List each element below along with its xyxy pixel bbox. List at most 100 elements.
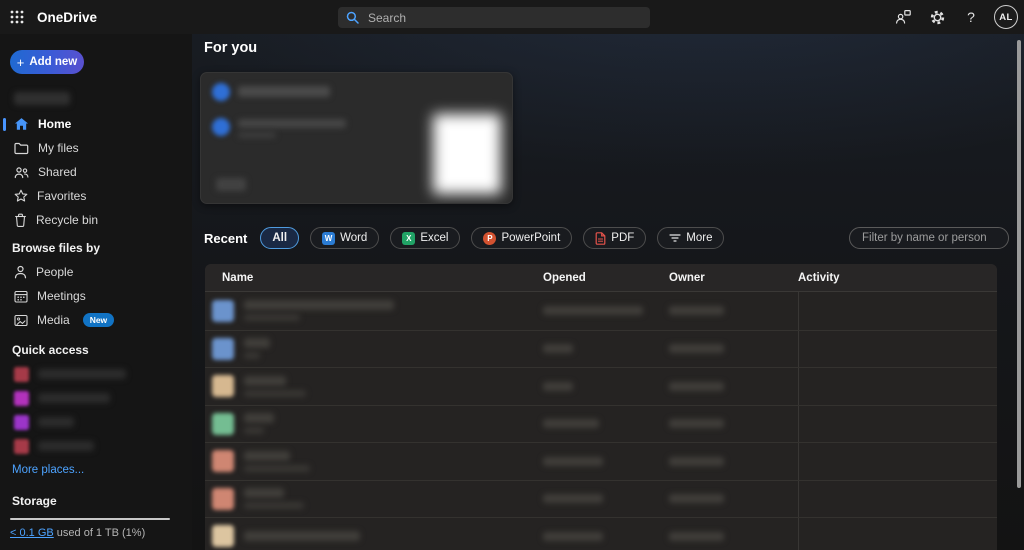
activity-cell [798, 481, 997, 518]
sidebar-item-media[interactable]: Media New [0, 308, 192, 332]
storage-progress-bar [10, 518, 170, 520]
filter-pill-more[interactable]: More [657, 227, 724, 249]
redacted-text [38, 441, 94, 451]
redacted-subtitle [238, 119, 346, 128]
redacted-file-path [244, 427, 264, 434]
recent-table-body [205, 292, 997, 550]
recent-filter-row: Recent All W Word X Excel P PowerPoint [204, 227, 1012, 249]
filter-pill-powerpoint[interactable]: P PowerPoint [471, 227, 572, 249]
avatar-initials: AL [999, 12, 1012, 23]
search-box[interactable] [338, 7, 650, 28]
table-row[interactable] [205, 367, 997, 405]
filter-pill-all[interactable]: All [260, 227, 299, 249]
share-person-icon[interactable] [892, 6, 914, 28]
file-type-icon [212, 300, 234, 322]
table-row[interactable] [205, 292, 997, 330]
filter-pill-word[interactable]: W Word [310, 227, 379, 249]
redacted-title [238, 86, 330, 97]
sidebar-item-home[interactable]: Home [0, 112, 192, 136]
activity-cell [798, 292, 997, 330]
quick-access-item[interactable] [0, 434, 192, 458]
table-row[interactable] [205, 330, 997, 368]
redacted-meta [238, 132, 276, 138]
table-filter-input[interactable] [849, 227, 1009, 249]
redacted-doc-icon [212, 118, 230, 136]
activity-cell [798, 368, 997, 405]
account-avatar[interactable]: AL [994, 5, 1018, 29]
sidebar-item-recycle-bin[interactable]: Recycle bin [0, 208, 192, 232]
column-header-name[interactable]: Name [205, 272, 543, 284]
filter-pill-excel[interactable]: X Excel [390, 227, 460, 249]
table-header-row: Name Opened Owner Activity [205, 264, 997, 292]
redacted-owner [669, 532, 724, 541]
activity-cell [798, 406, 997, 443]
main-content: For you Recent All W Word X Excel P Powe… [192, 34, 1024, 550]
sidebar-item-people[interactable]: People [0, 260, 192, 284]
file-type-icon [212, 338, 234, 360]
redacted-card-button[interactable] [216, 178, 246, 191]
quick-access-item[interactable] [0, 410, 192, 434]
column-header-opened[interactable]: Opened [543, 272, 669, 284]
for-you-card[interactable] [200, 72, 513, 204]
table-row[interactable] [205, 517, 997, 550]
redacted-owner [669, 494, 724, 503]
sidebar-item-shared[interactable]: Shared [0, 160, 192, 184]
redacted-file-name [244, 300, 394, 310]
storage-used-link[interactable]: < 0.1 GB [10, 527, 54, 539]
redacted-owner [669, 344, 724, 353]
table-row[interactable] [205, 480, 997, 518]
storage-header: Storage [0, 495, 192, 507]
redacted-owner [669, 419, 724, 428]
folder-icon [14, 142, 29, 155]
redacted-opened-date [543, 306, 643, 315]
site-icon [14, 415, 29, 430]
word-icon: W [322, 232, 335, 245]
redacted-opened-date [543, 382, 573, 391]
topbar-actions: ? AL [892, 0, 1018, 34]
sidebar-item-meetings[interactable]: Meetings [0, 284, 192, 308]
activity-cell [798, 518, 997, 550]
active-indicator [3, 118, 6, 131]
media-icon [14, 314, 28, 327]
sidebar-item-my-files[interactable]: My files [0, 136, 192, 160]
redacted-opened-date [543, 532, 603, 541]
site-icon [14, 439, 29, 454]
search-input[interactable] [366, 10, 626, 26]
sidebar-item-favorites[interactable]: Favorites [0, 184, 192, 208]
recent-heading: Recent [204, 231, 247, 246]
column-header-activity[interactable]: Activity [798, 272, 997, 284]
add-new-button[interactable]: + Add new [10, 50, 84, 74]
redacted-file-path [244, 465, 310, 472]
redacted-opened-date [543, 494, 603, 503]
redacted-text [38, 393, 110, 403]
app-launcher-icon[interactable] [0, 0, 34, 34]
plus-icon: + [17, 55, 25, 70]
table-row[interactable] [205, 405, 997, 443]
people-icon [14, 166, 29, 179]
redacted-file-name [244, 488, 284, 498]
search-icon [346, 11, 359, 24]
quick-access-item[interactable] [0, 386, 192, 410]
excel-icon: X [402, 232, 415, 245]
settings-gear-icon[interactable] [926, 6, 948, 28]
quick-access-item[interactable] [0, 362, 192, 386]
vertical-scrollbar[interactable] [1017, 40, 1021, 488]
sidebar: + Add new Home My files [0, 34, 192, 550]
sidebar-nav: Home My files Shared [0, 112, 192, 232]
home-icon [14, 117, 29, 131]
more-places-link[interactable]: More places... [12, 464, 192, 476]
trash-icon [14, 213, 27, 227]
filter-pill-pdf[interactable]: PDF [583, 227, 646, 249]
browse-files-by-header: Browse files by [0, 242, 192, 254]
redacted-file-path [244, 352, 260, 359]
redacted-opened-date [543, 344, 573, 353]
redacted-file-name [244, 376, 286, 386]
column-header-owner[interactable]: Owner [669, 272, 798, 284]
app-title: OneDrive [37, 10, 97, 25]
redacted-doc-icon [212, 83, 230, 101]
powerpoint-icon: P [483, 232, 496, 245]
table-row[interactable] [205, 442, 997, 480]
redacted-file-name [244, 531, 360, 541]
help-icon[interactable]: ? [960, 6, 982, 28]
redacted-file-name [244, 338, 270, 348]
